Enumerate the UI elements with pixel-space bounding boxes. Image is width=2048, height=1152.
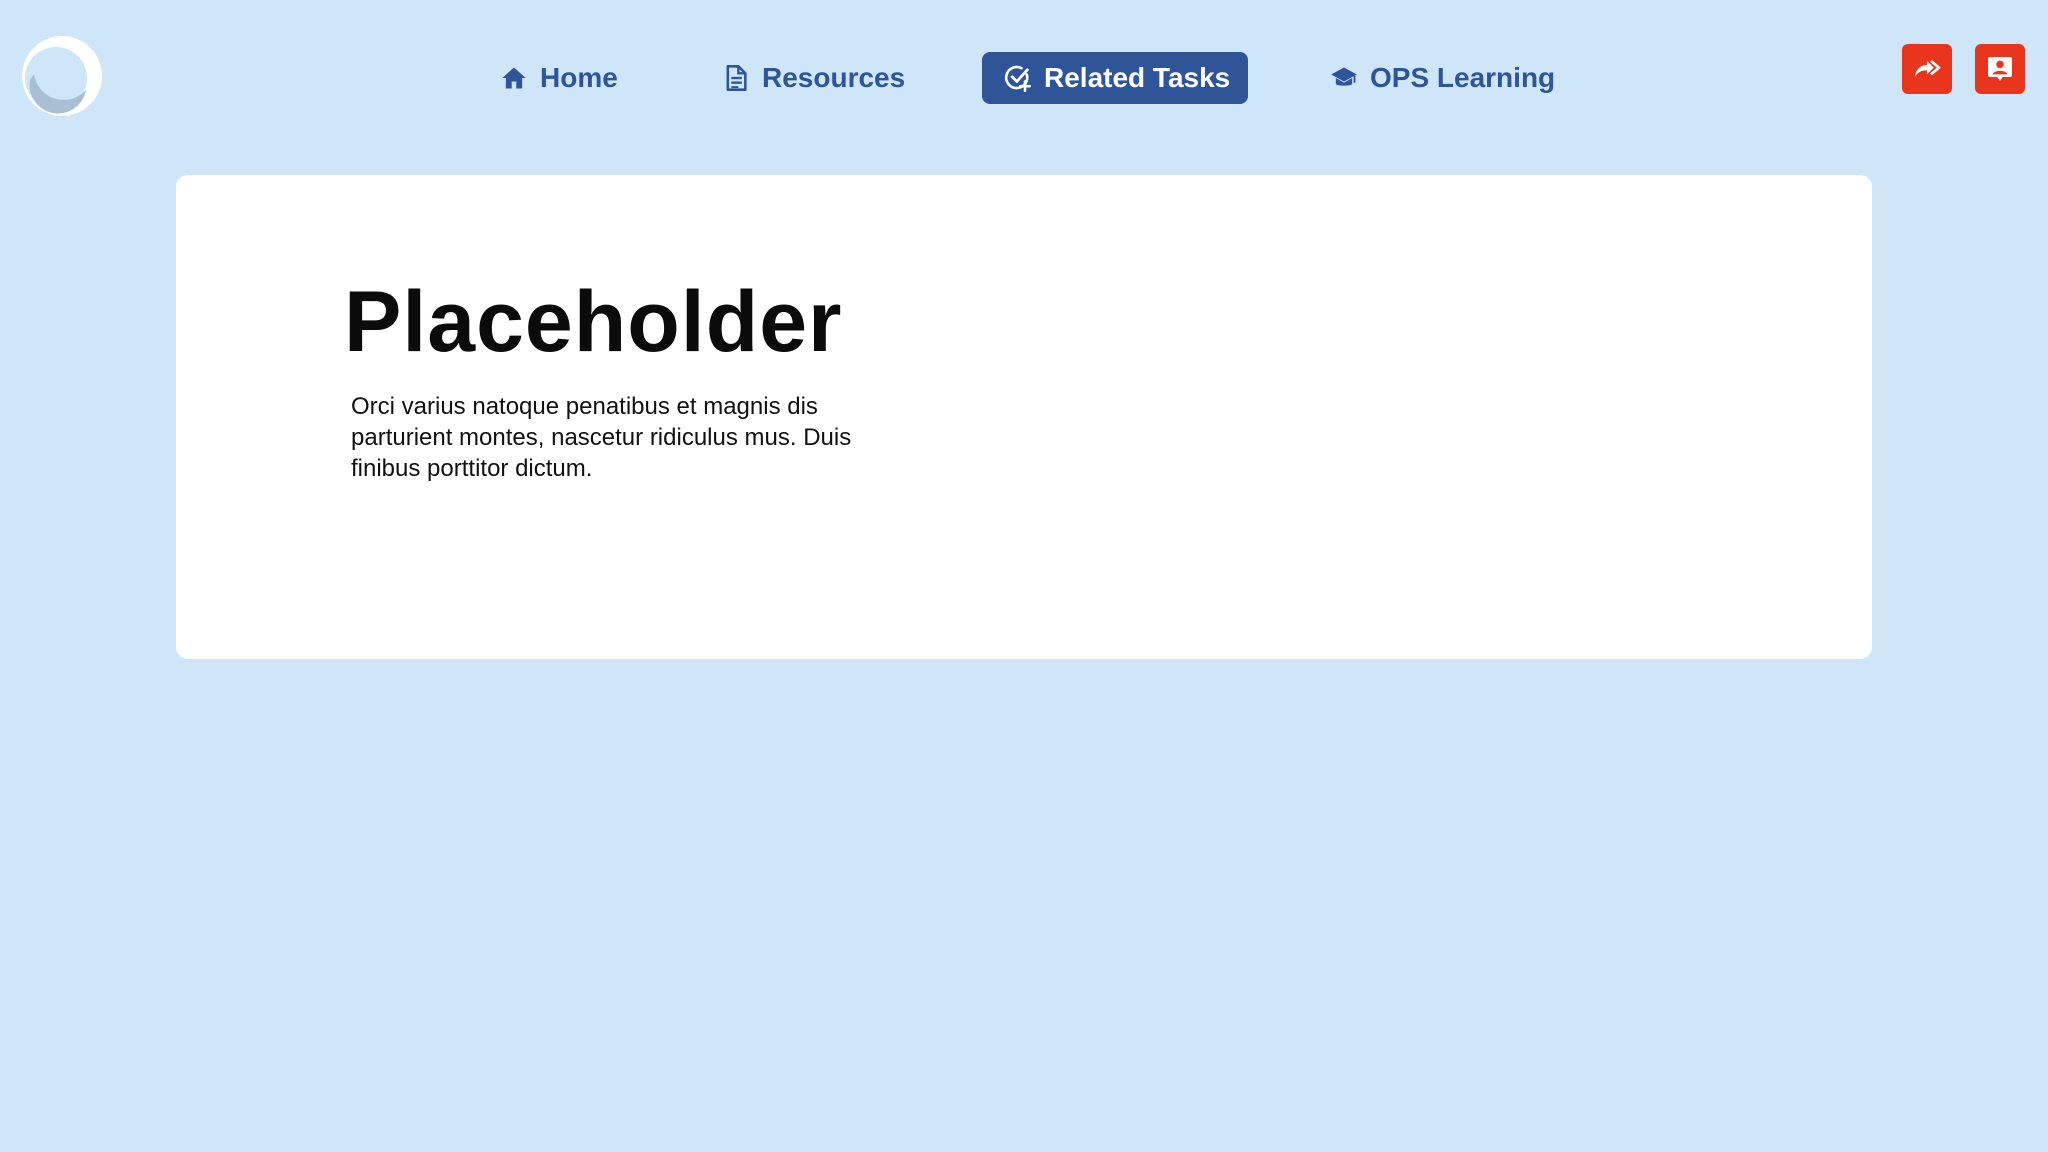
nav-ops-learning-label: OPS Learning	[1370, 62, 1556, 93]
nav-ops-learning[interactable]: OPS Learning	[1330, 52, 1555, 104]
contact-button[interactable]	[1975, 44, 2025, 94]
graduation-cap-icon	[1331, 67, 1357, 86]
nav-resources[interactable]: Resources	[722, 52, 905, 104]
document-icon	[726, 65, 747, 91]
contact-card-icon	[1988, 57, 2012, 81]
nav-resources-label: Resources	[762, 62, 906, 93]
share-button[interactable]	[1902, 44, 1952, 94]
main-navigation: Home Resources Related Tasks OPS Learnin…	[0, 52, 2048, 104]
task-check-icon	[1004, 65, 1031, 92]
nav-related-tasks[interactable]: Related Tasks	[982, 52, 1248, 104]
home-icon	[502, 67, 526, 89]
double-arrow-forward-icon	[1915, 59, 1941, 77]
nav-home-label: Home	[540, 62, 618, 93]
page-title: Placeholder	[344, 274, 843, 370]
page-description: Orci varius natoque penatibus et magnis …	[351, 393, 852, 482]
nav-home[interactable]: Home	[500, 52, 618, 104]
content-card: Placeholder Orci varius natoque penatibu…	[176, 175, 1872, 659]
nav-related-tasks-label: Related Tasks	[1044, 62, 1231, 93]
